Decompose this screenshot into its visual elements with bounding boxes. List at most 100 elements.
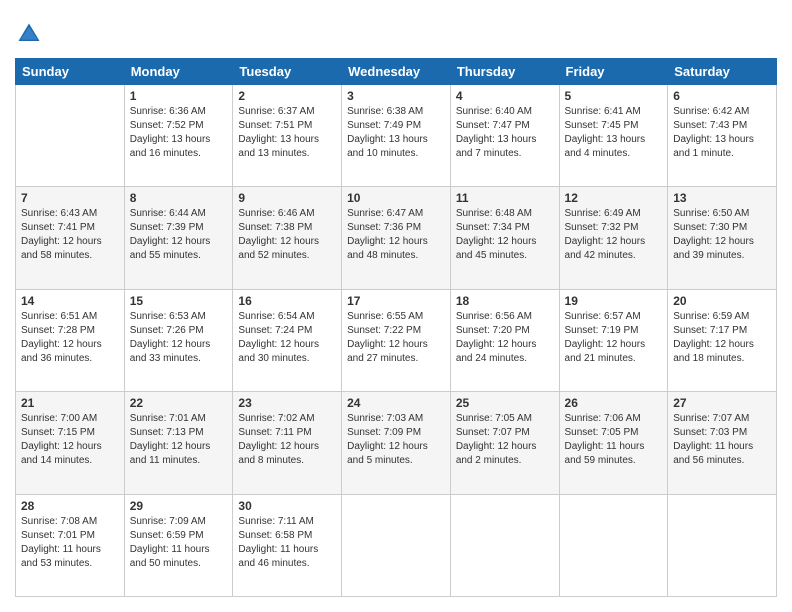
calendar-header-sunday: Sunday [16, 59, 125, 85]
calendar-cell: 26Sunrise: 7:06 AMSunset: 7:05 PMDayligh… [559, 392, 668, 494]
calendar-cell: 21 Sunrise: 7:00 AMSunset: 7:15 PMDayligh… [16, 392, 125, 494]
day-info: Sunrise: 7:00 AMSunset: 7:15 PMDaylight:… [21, 412, 119, 468]
header [15, 15, 777, 48]
calendar-header-tuesday: Tuesday [233, 59, 342, 85]
calendar-week-1: 1 Sunrise: 6:36 AMSunset: 7:52 PMDaylight… [16, 85, 777, 187]
day-number: 4 [456, 89, 554, 103]
calendar-header-monday: Monday [124, 59, 233, 85]
calendar-header-thursday: Thursday [450, 59, 559, 85]
day-info: Sunrise: 7:02 AMSunset: 7:11 PMDaylight:… [238, 412, 336, 468]
day-info: Sunrise: 7:07 AMSunset: 7:03 PMDaylight:… [673, 412, 771, 468]
calendar-cell: 27 Sunrise: 7:07 AMSunset: 7:03 PMDayligh… [668, 392, 777, 494]
day-number: 10 [347, 191, 445, 205]
calendar-cell: 8 Sunrise: 6:44 AMSunset: 7:39 PMDaylight… [124, 187, 233, 289]
calendar-cell: 14 Sunrise: 6:51 AMSunset: 7:28 PMDayligh… [16, 289, 125, 391]
day-info: Sunrise: 6:38 AMSunset: 7:49 PMDaylight:… [347, 105, 445, 161]
calendar-cell: 10 Sunrise: 6:47 AMSunset: 7:36 PMDayligh… [342, 187, 451, 289]
calendar-header-row: SundayMondayTuesdayWednesdayThursdayFrid… [16, 59, 777, 85]
calendar-cell: 6 Sunrise: 6:42 AMSunset: 7:43 PMDaylight… [668, 85, 777, 187]
calendar-cell: 13 Sunrise: 6:50 AMSunset: 7:30 PMDayligh… [668, 187, 777, 289]
calendar-cell [450, 494, 559, 596]
day-info: Sunrise: 7:11 AMSunset: 6:58 PMDaylight:… [238, 515, 336, 571]
day-number: 7 [21, 191, 119, 205]
calendar-cell: 16 Sunrise: 6:54 AMSunset: 7:24 PMDayligh… [233, 289, 342, 391]
day-info: Sunrise: 6:53 AMSunset: 7:26 PMDaylight:… [130, 310, 228, 366]
logo-icon [15, 20, 43, 48]
day-info: Sunrise: 7:09 AMSunset: 6:59 PMDaylight:… [130, 515, 228, 571]
day-info: Sunrise: 7:03 AMSunset: 7:09 PMDaylight:… [347, 412, 445, 468]
day-info: Sunrise: 7:08 AMSunset: 7:01 PMDaylight:… [21, 515, 119, 571]
calendar-week-2: 7Sunrise: 6:43 AMSunset: 7:41 PMDaylight… [16, 187, 777, 289]
calendar-cell: 12 Sunrise: 6:49 AMSunset: 7:32 PMDayligh… [559, 187, 668, 289]
day-number: 19 [565, 294, 663, 308]
calendar-cell: 2 Sunrise: 6:37 AMSunset: 7:51 PMDaylight… [233, 85, 342, 187]
logo [15, 20, 47, 48]
calendar-cell: 11Sunrise: 6:48 AMSunset: 7:34 PMDayligh… [450, 187, 559, 289]
calendar-cell: 15 Sunrise: 6:53 AMSunset: 7:26 PMDayligh… [124, 289, 233, 391]
day-info: Sunrise: 6:48 AMSunset: 7:34 PMDaylight:… [456, 207, 554, 263]
calendar-table: SundayMondayTuesdayWednesdayThursdayFrid… [15, 58, 777, 597]
calendar-cell [16, 85, 125, 187]
day-info: Sunrise: 7:05 AMSunset: 7:07 PMDaylight:… [456, 412, 554, 468]
calendar-cell: 4 Sunrise: 6:40 AMSunset: 7:47 PMDaylight… [450, 85, 559, 187]
calendar-cell: 3 Sunrise: 6:38 AMSunset: 7:49 PMDaylight… [342, 85, 451, 187]
day-number: 23 [238, 396, 336, 410]
calendar-header-wednesday: Wednesday [342, 59, 451, 85]
day-number: 24 [347, 396, 445, 410]
day-info: Sunrise: 6:54 AMSunset: 7:24 PMDaylight:… [238, 310, 336, 366]
day-number: 14 [21, 294, 119, 308]
calendar-week-3: 14 Sunrise: 6:51 AMSunset: 7:28 PMDayligh… [16, 289, 777, 391]
calendar-cell: 19 Sunrise: 6:57 AMSunset: 7:19 PMDayligh… [559, 289, 668, 391]
day-number: 6 [673, 89, 771, 103]
day-info: Sunrise: 6:50 AMSunset: 7:30 PMDaylight:… [673, 207, 771, 263]
day-number: 3 [347, 89, 445, 103]
day-number: 20 [673, 294, 771, 308]
calendar-cell [342, 494, 451, 596]
day-info: Sunrise: 6:41 AMSunset: 7:45 PMDaylight:… [565, 105, 663, 161]
day-info: Sunrise: 6:44 AMSunset: 7:39 PMDaylight:… [130, 207, 228, 263]
day-number: 17 [347, 294, 445, 308]
day-info: Sunrise: 6:36 AMSunset: 7:52 PMDaylight:… [130, 105, 228, 161]
calendar-cell: 23 Sunrise: 7:02 AMSunset: 7:11 PMDayligh… [233, 392, 342, 494]
day-number: 12 [565, 191, 663, 205]
calendar-cell: 30Sunrise: 7:11 AMSunset: 6:58 PMDayligh… [233, 494, 342, 596]
day-number: 5 [565, 89, 663, 103]
calendar-cell: 22Sunrise: 7:01 AMSunset: 7:13 PMDayligh… [124, 392, 233, 494]
day-number: 2 [238, 89, 336, 103]
day-number: 18 [456, 294, 554, 308]
calendar-header-friday: Friday [559, 59, 668, 85]
day-info: Sunrise: 6:42 AMSunset: 7:43 PMDaylight:… [673, 105, 771, 161]
calendar-cell: 9 Sunrise: 6:46 AMSunset: 7:38 PMDaylight… [233, 187, 342, 289]
calendar-cell: 24 Sunrise: 7:03 AMSunset: 7:09 PMDayligh… [342, 392, 451, 494]
calendar-cell: 28Sunrise: 7:08 AMSunset: 7:01 PMDayligh… [16, 494, 125, 596]
day-number: 15 [130, 294, 228, 308]
calendar-cell: 5 Sunrise: 6:41 AMSunset: 7:45 PMDaylight… [559, 85, 668, 187]
calendar-cell [559, 494, 668, 596]
calendar-cell [668, 494, 777, 596]
day-info: Sunrise: 6:47 AMSunset: 7:36 PMDaylight:… [347, 207, 445, 263]
calendar-cell: 25 Sunrise: 7:05 AMSunset: 7:07 PMDayligh… [450, 392, 559, 494]
day-number: 9 [238, 191, 336, 205]
day-info: Sunrise: 6:37 AMSunset: 7:51 PMDaylight:… [238, 105, 336, 161]
day-info: Sunrise: 6:57 AMSunset: 7:19 PMDaylight:… [565, 310, 663, 366]
day-info: Sunrise: 7:06 AMSunset: 7:05 PMDaylight:… [565, 412, 663, 468]
calendar-cell: 29 Sunrise: 7:09 AMSunset: 6:59 PMDayligh… [124, 494, 233, 596]
calendar-week-5: 28Sunrise: 7:08 AMSunset: 7:01 PMDayligh… [16, 494, 777, 596]
day-number: 25 [456, 396, 554, 410]
day-number: 8 [130, 191, 228, 205]
day-number: 21 [21, 396, 119, 410]
calendar-cell: 1 Sunrise: 6:36 AMSunset: 7:52 PMDaylight… [124, 85, 233, 187]
day-info: Sunrise: 7:01 AMSunset: 7:13 PMDaylight:… [130, 412, 228, 468]
day-number: 16 [238, 294, 336, 308]
day-info: Sunrise: 6:40 AMSunset: 7:47 PMDaylight:… [456, 105, 554, 161]
day-info: Sunrise: 6:51 AMSunset: 7:28 PMDaylight:… [21, 310, 119, 366]
day-info: Sunrise: 6:59 AMSunset: 7:17 PMDaylight:… [673, 310, 771, 366]
page: SundayMondayTuesdayWednesdayThursdayFrid… [0, 0, 792, 612]
day-number: 1 [130, 89, 228, 103]
day-info: Sunrise: 6:56 AMSunset: 7:20 PMDaylight:… [456, 310, 554, 366]
day-info: Sunrise: 6:46 AMSunset: 7:38 PMDaylight:… [238, 207, 336, 263]
day-number: 13 [673, 191, 771, 205]
day-number: 29 [130, 499, 228, 513]
day-info: Sunrise: 6:49 AMSunset: 7:32 PMDaylight:… [565, 207, 663, 263]
day-number: 27 [673, 396, 771, 410]
